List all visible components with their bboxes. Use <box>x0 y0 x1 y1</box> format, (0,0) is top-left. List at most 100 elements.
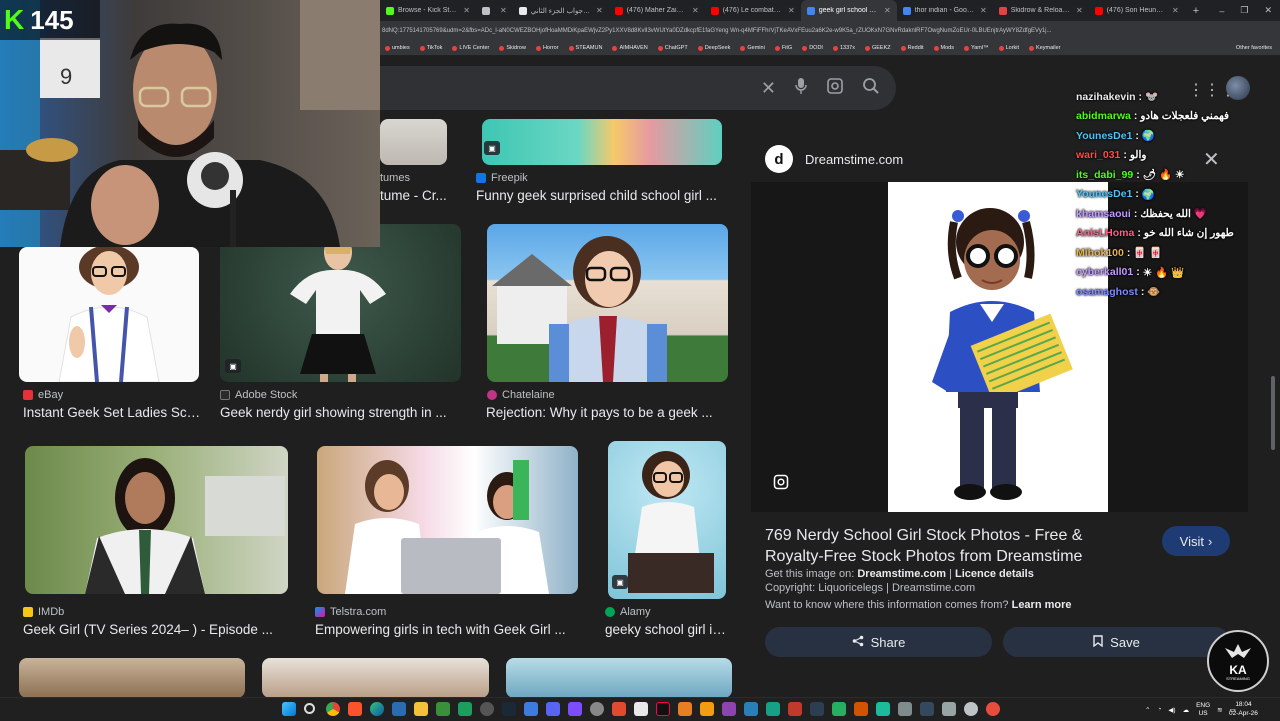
panel-title[interactable]: 769 Nerdy School Girl Stock Photos - Fre… <box>765 525 1145 567</box>
browser-tab[interactable]: (476) Maher Zain Full ✕ <box>609 0 705 21</box>
tab-close-icon[interactable]: ✕ <box>596 6 603 15</box>
chat-username[interactable]: Mihok100 <box>1076 247 1124 259</box>
bookmark-item[interactable]: STEAMUN <box>564 45 608 51</box>
panel-header[interactable]: d Dreamstime.com <box>765 145 903 173</box>
tab-close-icon[interactable]: ✕ <box>788 6 795 15</box>
chrome-icon[interactable] <box>326 702 340 716</box>
bookmark-item[interactable]: DODI <box>797 45 828 51</box>
tab-close-icon[interactable]: ✕ <box>980 6 987 15</box>
taskbar-app-icon[interactable] <box>898 702 912 716</box>
taskbar-app-icon[interactable] <box>612 702 626 716</box>
result-title[interactable]: Geek Girl (TV Series 2024– ) - Episode .… <box>23 622 288 637</box>
bookmark-item[interactable]: umbies <box>380 45 415 51</box>
brave-icon[interactable] <box>348 702 362 716</box>
taskbar-app-icon[interactable] <box>722 702 736 716</box>
taskbar-app-icon[interactable] <box>678 702 692 716</box>
tab-close-icon[interactable]: ✕ <box>500 6 507 15</box>
bookmark-item[interactable]: Keymailer <box>1024 45 1065 51</box>
save-button[interactable]: Save <box>1003 627 1230 657</box>
result-image[interactable] <box>262 658 489 698</box>
taskbar-app-icon[interactable] <box>480 702 494 716</box>
preview-image[interactable] <box>888 182 1108 512</box>
taskbar-app-icon[interactable] <box>700 702 714 716</box>
bookmark-item[interactable]: Gemini <box>735 45 769 51</box>
taskbar-app-icon[interactable] <box>568 702 582 716</box>
result-title[interactable]: Empowering girls in tech with Geek Girl … <box>315 622 578 637</box>
result-image[interactable]: ▣ <box>482 119 722 165</box>
search-bar[interactable]: ✕ <box>380 66 896 110</box>
steam-icon[interactable] <box>502 702 516 716</box>
chat-username[interactable]: AnisLHoma <box>1076 227 1134 239</box>
result-image[interactable] <box>19 247 199 382</box>
browser-tab[interactable]: (476) Son Heungmin Goa ✕ <box>1089 0 1185 21</box>
taskbar-app-icon[interactable] <box>920 702 934 716</box>
chat-username[interactable]: abidmarwa <box>1076 110 1131 122</box>
mic-icon[interactable] <box>794 77 808 100</box>
taskbar-app-icon[interactable] <box>964 702 978 716</box>
lens-icon[interactable] <box>826 77 844 100</box>
taskbar-app-icon[interactable] <box>876 702 890 716</box>
bookmark-item[interactable]: DeepSeek <box>693 45 736 51</box>
chat-username[interactable]: cyberkall01 <box>1076 266 1133 278</box>
clear-icon[interactable]: ✕ <box>761 78 776 99</box>
chat-username[interactable]: its_dabi_99 <box>1076 169 1133 181</box>
bookmark-item[interactable]: TikTok <box>415 45 448 51</box>
clock[interactable]: 18:04 02-Apr-26 <box>1229 700 1258 718</box>
network-icon[interactable]: ◔ <box>1157 706 1161 713</box>
bookmark-item[interactable]: LIVE Center <box>447 45 494 51</box>
share-button[interactable]: Share <box>765 627 992 657</box>
taskbar-app-icon[interactable] <box>744 702 758 716</box>
chevron-up-icon[interactable]: ⌃ <box>1145 706 1150 714</box>
taskbar-app-icon[interactable] <box>788 702 802 716</box>
url-text[interactable]: 8dNQ:1775141705769&udm=2&fbs=ADc_l-aN0CW… <box>382 28 1052 34</box>
chat-username[interactable]: khamsaoui <box>1076 208 1131 220</box>
learn-more-link[interactable]: Learn more <box>1012 599 1072 611</box>
result-title[interactable]: tume - Cr... <box>380 188 450 203</box>
wifi-icon[interactable]: ≋ <box>1217 706 1222 714</box>
result-title[interactable]: Geek nerdy girl showing strength in ... <box>220 405 461 420</box>
result-title[interactable]: Rejection: Why it pays to be a geek ... <box>486 405 727 420</box>
search-icon[interactable] <box>862 77 880 100</box>
discord-icon[interactable] <box>546 702 560 716</box>
bookmark-item[interactable]: Mods <box>929 45 959 51</box>
visit-button[interactable]: Visit › <box>1162 526 1230 556</box>
edge-icon[interactable] <box>370 702 384 716</box>
chat-username[interactable]: YounesDe1 <box>1076 130 1132 142</box>
taskbar-app-icon[interactable] <box>458 702 472 716</box>
result-image[interactable] <box>506 658 732 698</box>
taskbar-app-icon[interactable] <box>590 702 604 716</box>
taskbar-app-icon[interactable] <box>436 702 450 716</box>
result-image[interactable]: ▣ <box>220 224 461 382</box>
licence-link[interactable]: Licence details <box>955 568 1034 580</box>
bookmark-item[interactable]: Horror <box>531 45 564 51</box>
taskbar-app-icon[interactable] <box>634 702 648 716</box>
bookmark-item[interactable]: Yaml™ <box>959 45 994 51</box>
bookmark-item[interactable]: FitG <box>770 45 797 51</box>
windows-start-icon[interactable] <box>282 702 296 716</box>
result-image[interactable] <box>380 119 447 165</box>
new-tab-button[interactable]: + <box>1185 5 1207 17</box>
tab-close-icon[interactable]: ✕ <box>884 6 891 15</box>
tab-close-icon[interactable]: ✕ <box>1076 6 1083 15</box>
language-indicator[interactable]: ENG US <box>1196 702 1210 718</box>
tiktok-icon[interactable] <box>656 702 670 716</box>
bookmark-item[interactable]: Reddit <box>896 45 929 51</box>
bookmark-item[interactable]: 1337x <box>828 45 860 51</box>
cloud-icon[interactable]: ☁ <box>1183 706 1190 714</box>
other-favorites-folder[interactable]: Other favorites <box>1231 45 1280 51</box>
panel-site-name[interactable]: Dreamstime.com <box>805 152 903 167</box>
result-title[interactable]: geeky school girl in... <box>605 622 730 637</box>
result-image[interactable] <box>19 658 245 698</box>
bookmark-item[interactable]: Skidrow <box>494 45 531 51</box>
taskbar-app-icon[interactable] <box>854 702 868 716</box>
taskbar-app-icon[interactable] <box>832 702 846 716</box>
result-image[interactable] <box>25 446 288 594</box>
browser-tab[interactable]: Skidrow & Reloaded Gam ✕ <box>993 0 1089 21</box>
search-icon[interactable] <box>304 703 315 714</box>
result-title[interactable]: Instant Geek Set Ladies Sch... <box>23 405 203 420</box>
get-image-site-link[interactable]: Dreamstime.com <box>857 568 946 580</box>
browser-tab[interactable]: Browse - Kick Streaming ✕ <box>380 0 476 21</box>
maximize-button[interactable]: ❐ <box>1232 5 1256 16</box>
taskbar-app-icon[interactable] <box>942 702 956 716</box>
bookmark-item[interactable]: AIMHAVEN <box>607 45 652 51</box>
